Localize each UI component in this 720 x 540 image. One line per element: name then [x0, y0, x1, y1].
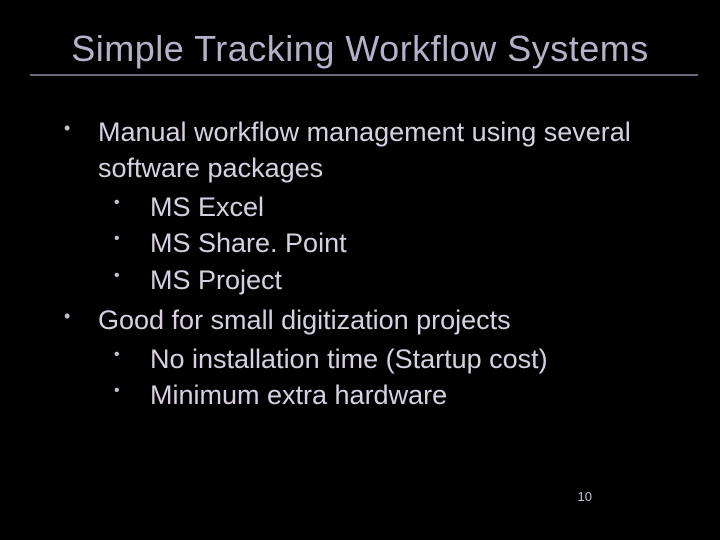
list-item: MS Excel — [114, 189, 690, 225]
bullet-list-level2: No installation time (Startup cost) Mini… — [98, 341, 690, 414]
slide-title: Simple Tracking Workflow Systems — [30, 28, 690, 70]
list-item: Manual workflow management using several… — [64, 114, 690, 298]
bullet-list-level2: MS Excel MS Share. Point MS Project — [98, 189, 690, 298]
slide: Simple Tracking Workflow Systems Manual … — [0, 0, 720, 540]
list-item: MS Project — [114, 262, 690, 298]
list-item-text: MS Project — [150, 265, 282, 295]
list-item-text: Manual workflow management using several… — [98, 117, 631, 183]
list-item: MS Share. Point — [114, 225, 690, 261]
page-number: 10 — [578, 489, 592, 504]
title-underline — [30, 74, 698, 76]
list-item: Good for small digitization projects No … — [64, 302, 690, 413]
list-item-text: MS Share. Point — [150, 228, 347, 258]
list-item-text: Minimum extra hardware — [150, 380, 447, 410]
bullet-list-level1: Manual workflow management using several… — [64, 114, 690, 414]
list-item-text: Good for small digitization projects — [98, 305, 511, 335]
list-item: Minimum extra hardware — [114, 377, 690, 413]
slide-content: Manual workflow management using several… — [30, 106, 690, 414]
list-item: No installation time (Startup cost) — [114, 341, 690, 377]
list-item-text: MS Excel — [150, 192, 264, 222]
list-item-text: No installation time (Startup cost) — [150, 344, 548, 374]
